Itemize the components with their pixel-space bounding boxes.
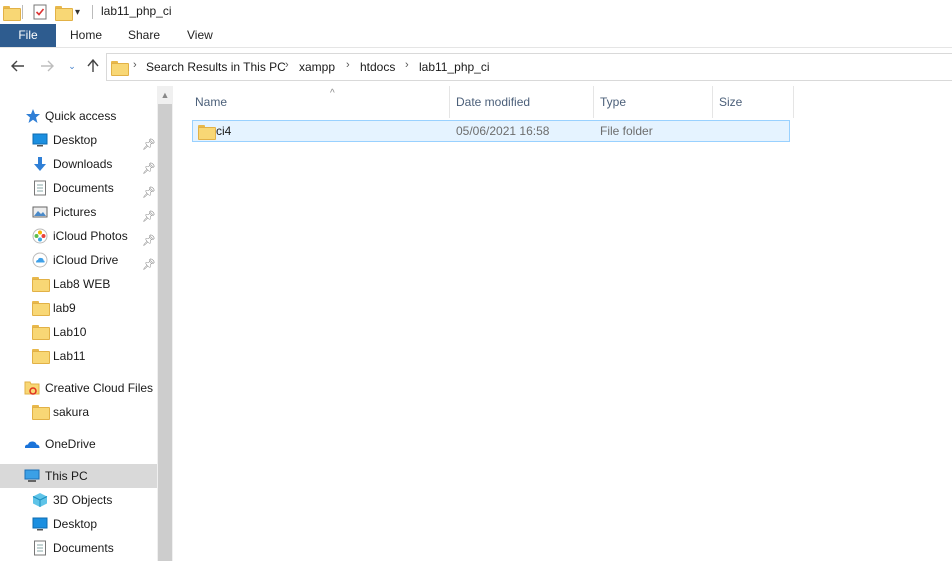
file-date: 05/06/2021 16:58: [456, 124, 550, 138]
table-row[interactable]: ci4 05/06/2021 16:58 File folder: [192, 120, 790, 142]
nav-item-downloads[interactable]: Downloads 📌︎: [0, 152, 157, 176]
folder-icon: [111, 60, 129, 76]
nav-scrollbar-thumb[interactable]: [158, 104, 172, 561]
nav-item-lab9[interactable]: lab9: [0, 296, 157, 320]
folder-icon: [32, 300, 50, 316]
file-name: ci4: [216, 124, 232, 138]
properties-icon[interactable]: [33, 3, 47, 21]
divider: [92, 5, 93, 19]
tab-share[interactable]: Share: [128, 24, 160, 47]
desktop-icon: [32, 516, 48, 532]
folder-icon: [32, 348, 50, 364]
folder-icon: [32, 276, 50, 292]
pin-icon[interactable]: 📌︎: [142, 229, 156, 247]
folder-icon: [3, 3, 21, 21]
address-row: ⌄ › Search Results in This PC › xampp › …: [0, 48, 952, 86]
chevron-right-icon[interactable]: ›: [285, 59, 289, 71]
icloud-photos-icon: [32, 228, 48, 244]
download-arrow-icon: [32, 156, 48, 172]
address-bar[interactable]: › Search Results in This PC › xampp › ht…: [106, 53, 952, 81]
sort-ascending-icon: ^: [330, 88, 335, 99]
file-list: Name ^ Date modified Type Size ci4 05/06…: [173, 86, 952, 561]
tab-home[interactable]: Home: [70, 24, 102, 47]
column-header-size[interactable]: Size: [713, 86, 794, 118]
title-bar: ▾ lab11_php_ci: [0, 0, 952, 24]
document-icon: [32, 540, 48, 556]
forward-arrow-icon[interactable]: [39, 58, 55, 74]
folder-icon: [198, 124, 216, 140]
icloud-drive-icon: [32, 252, 48, 268]
nav-item-icloud-drive[interactable]: iCloud Drive 📌︎: [0, 248, 157, 272]
nav-item-documents[interactable]: Documents 📌︎: [0, 176, 157, 200]
quick-access-dropdown-icon[interactable]: ▾: [75, 3, 80, 21]
nav-item-quick-access[interactable]: Quick access: [0, 104, 157, 128]
column-header-type[interactable]: Type: [594, 86, 713, 118]
back-arrow-icon[interactable]: [10, 58, 26, 74]
pin-icon[interactable]: 📌︎: [142, 253, 156, 271]
pin-icon[interactable]: 📌︎: [142, 157, 156, 175]
nav-item-documents-pc[interactable]: Documents: [0, 536, 157, 560]
creative-cloud-icon: [24, 380, 40, 396]
document-icon: [32, 180, 48, 196]
pin-icon[interactable]: 📌︎: [142, 133, 156, 151]
column-header-date-modified[interactable]: Date modified: [450, 86, 594, 118]
nav-item-this-pc[interactable]: This PC: [0, 464, 157, 488]
navigation-pane: Quick access Desktop 📌︎ Downloads 📌︎ Doc…: [0, 86, 173, 561]
breadcrumb-lab11-php-ci[interactable]: lab11_php_ci: [419, 60, 490, 74]
scroll-up-arrow-icon[interactable]: ▲: [157, 88, 173, 102]
chevron-right-icon[interactable]: ›: [346, 59, 350, 71]
nav-item-onedrive[interactable]: OneDrive: [0, 432, 157, 456]
nav-item-desktop-pc[interactable]: Desktop: [0, 512, 157, 536]
nav-item-lab10[interactable]: Lab10: [0, 320, 157, 344]
pin-icon[interactable]: 📌︎: [142, 181, 156, 199]
pin-icon[interactable]: 📌︎: [142, 205, 156, 223]
breadcrumb-search-results[interactable]: Search Results in This PC: [146, 60, 286, 74]
divider: [22, 5, 23, 19]
ribbon-tabs: File Home Share View: [0, 24, 952, 48]
nav-item-icloud-photos[interactable]: iCloud Photos 📌︎: [0, 224, 157, 248]
desktop-icon: [32, 132, 48, 148]
window-title: lab11_php_ci: [101, 4, 172, 18]
onedrive-icon: [24, 436, 40, 452]
pictures-icon: [32, 204, 48, 220]
nav-item-sakura[interactable]: sakura: [0, 400, 157, 424]
nav-item-lab11[interactable]: Lab11: [0, 344, 157, 368]
breadcrumb-xampp[interactable]: xampp: [299, 60, 335, 74]
breadcrumb-htdocs[interactable]: htdocs: [360, 60, 395, 74]
tab-view[interactable]: View: [187, 24, 213, 47]
file-type: File folder: [600, 124, 653, 138]
column-header-name[interactable]: Name ^: [189, 86, 450, 118]
nav-item-desktop[interactable]: Desktop 📌︎: [0, 128, 157, 152]
this-pc-icon: [24, 468, 40, 484]
nav-item-creative-cloud-files[interactable]: Creative Cloud Files: [0, 376, 157, 400]
folder-icon: [32, 324, 50, 340]
up-arrow-icon[interactable]: [85, 58, 101, 74]
nav-item-3d-objects[interactable]: 3D Objects: [0, 488, 157, 512]
recent-locations-chevron-icon[interactable]: ⌄: [64, 58, 80, 74]
folder-icon: [32, 404, 50, 420]
tab-file[interactable]: File: [0, 24, 56, 47]
star-icon: [25, 108, 41, 124]
chevron-right-icon[interactable]: ›: [405, 59, 409, 71]
new-folder-icon[interactable]: [55, 3, 73, 21]
nav-item-lab8-web[interactable]: Lab8 WEB: [0, 272, 157, 296]
chevron-right-icon[interactable]: ›: [133, 59, 137, 71]
nav-item-pictures[interactable]: Pictures 📌︎: [0, 200, 157, 224]
3d-objects-icon: [32, 492, 48, 508]
